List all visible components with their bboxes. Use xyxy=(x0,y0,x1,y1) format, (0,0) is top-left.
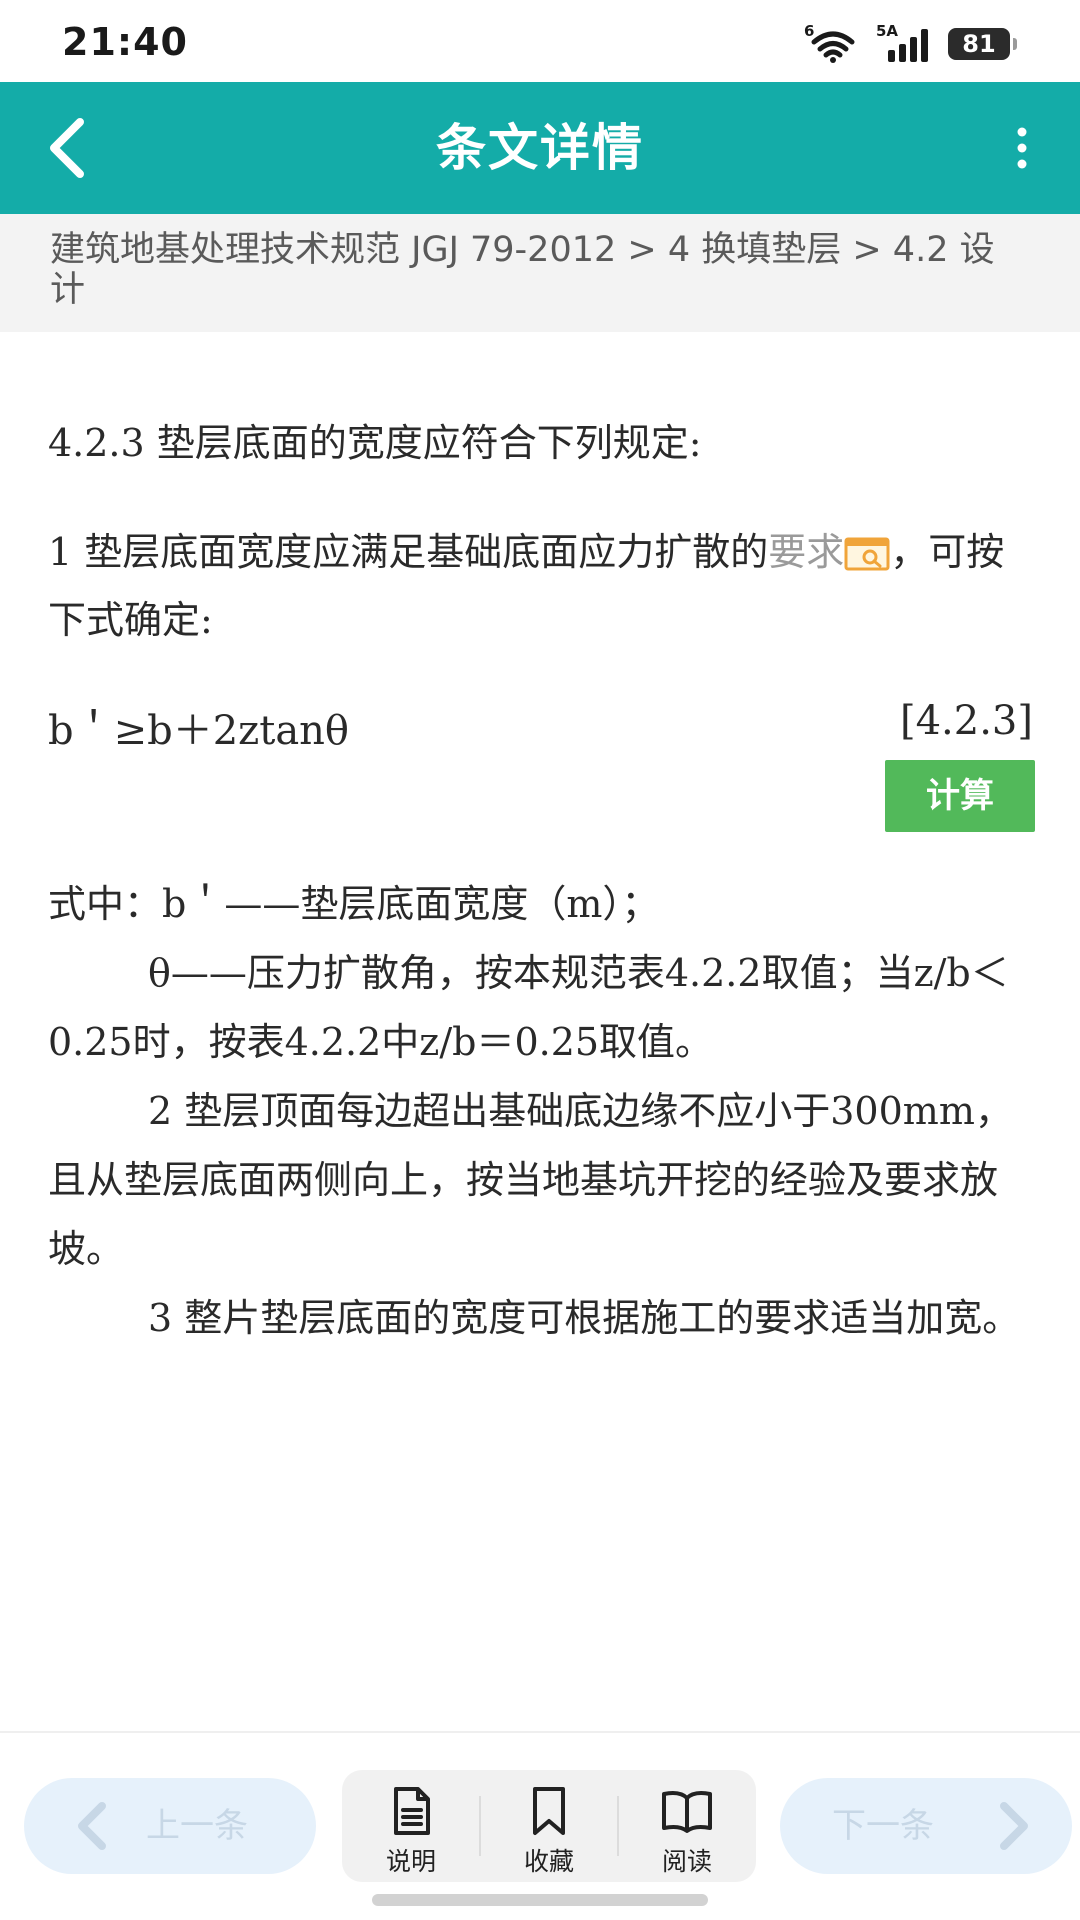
toolbar: 说明 收藏 阅读 xyxy=(342,1770,756,1882)
battery-icon: 81 xyxy=(948,28,1017,60)
wifi-icon: 6 xyxy=(804,22,862,64)
clause-heading: 4.2.3 垫层底面的宽度应符合下列规定: xyxy=(48,421,702,465)
document-icon xyxy=(394,1787,430,1835)
formula-row: b＇≥b＋2ztanθ [4.2.3] xyxy=(48,698,1033,758)
open-book-icon xyxy=(662,1791,712,1833)
clause-item-3: 3 整片垫层底面的宽度可根据施工的要求适当加宽。 xyxy=(148,1296,1021,1340)
status-icons: 6 5A 81 xyxy=(804,22,1017,64)
more-vert-icon xyxy=(1017,127,1027,169)
home-indicator[interactable] xyxy=(372,1894,708,1906)
cell-network-tag: 5A xyxy=(876,22,899,40)
paragraph-text: 1 垫层底面宽度应满足基础底面应力扩散的 xyxy=(48,530,769,574)
popup-link-icon[interactable] xyxy=(844,524,890,571)
next-clause-label: 下一条 xyxy=(832,1806,934,1846)
previous-clause-label: 上一条 xyxy=(146,1806,248,1846)
wifi-network-tag: 6 xyxy=(804,22,815,40)
breadcrumb-text: 建筑地基处理技术规范 JGJ 79-2012 > 4 换填垫层 > 4.2 设 … xyxy=(50,230,995,310)
status-bar: 21:40 6 5A 81 xyxy=(0,0,1080,82)
term-link[interactable]: 要求 xyxy=(768,530,844,574)
bookmark-button[interactable]: 收藏 xyxy=(480,1770,618,1882)
bookmark-icon xyxy=(533,1787,565,1835)
read-label: 阅读 xyxy=(661,1847,712,1876)
where-line-2: θ——压力扩散角，按本规范表4.2.2取值；当z/b＜0.25时，按表4.2.2… xyxy=(48,951,1009,1064)
formula-explanation: 式中：b＇——垫层底面宽度（m）； θ——压力扩散角，按本规范表4.2.2取值；… xyxy=(48,870,1033,1353)
cell-signal-icon: 5A xyxy=(876,22,934,64)
notes-button[interactable]: 说明 xyxy=(342,1770,480,1882)
formula: b＇≥b＋2ztanθ xyxy=(48,708,350,754)
previous-clause-button[interactable]: 上一条 xyxy=(24,1778,316,1874)
clause-item-2: 2 垫层顶面每边超出基础底边缘不应小于300mm，且从垫层底面两侧向上，按当地基… xyxy=(48,1089,1013,1271)
notes-label: 说明 xyxy=(385,1847,436,1876)
page-title: 条文详情 xyxy=(436,119,644,177)
calculate-button[interactable]: 计算 xyxy=(885,760,1035,832)
where-line-1: 式中：b＇——垫层底面宽度（m）； xyxy=(48,882,660,926)
bottom-divider xyxy=(0,1731,1080,1733)
formula-number: [4.2.3] xyxy=(900,698,1033,744)
bookmark-label: 收藏 xyxy=(523,1847,574,1876)
app-bar: 条文详情 xyxy=(0,82,1080,214)
next-clause-button[interactable]: 下一条 xyxy=(780,1778,1072,1874)
breadcrumb: 建筑地基处理技术规范 JGJ 79-2012 > 4 换填垫层 > 4.2 设 … xyxy=(0,214,1080,332)
read-button[interactable]: 阅读 xyxy=(618,1770,756,1882)
chevron-left-icon xyxy=(78,1802,106,1850)
more-button[interactable] xyxy=(1002,122,1042,174)
status-time: 21:40 xyxy=(62,20,188,64)
clause-paragraph-1: 1 垫层底面宽度应满足基础底面应力扩散的要求 ，可按下式确定: xyxy=(48,518,1008,654)
chevron-right-icon xyxy=(1000,1802,1028,1850)
